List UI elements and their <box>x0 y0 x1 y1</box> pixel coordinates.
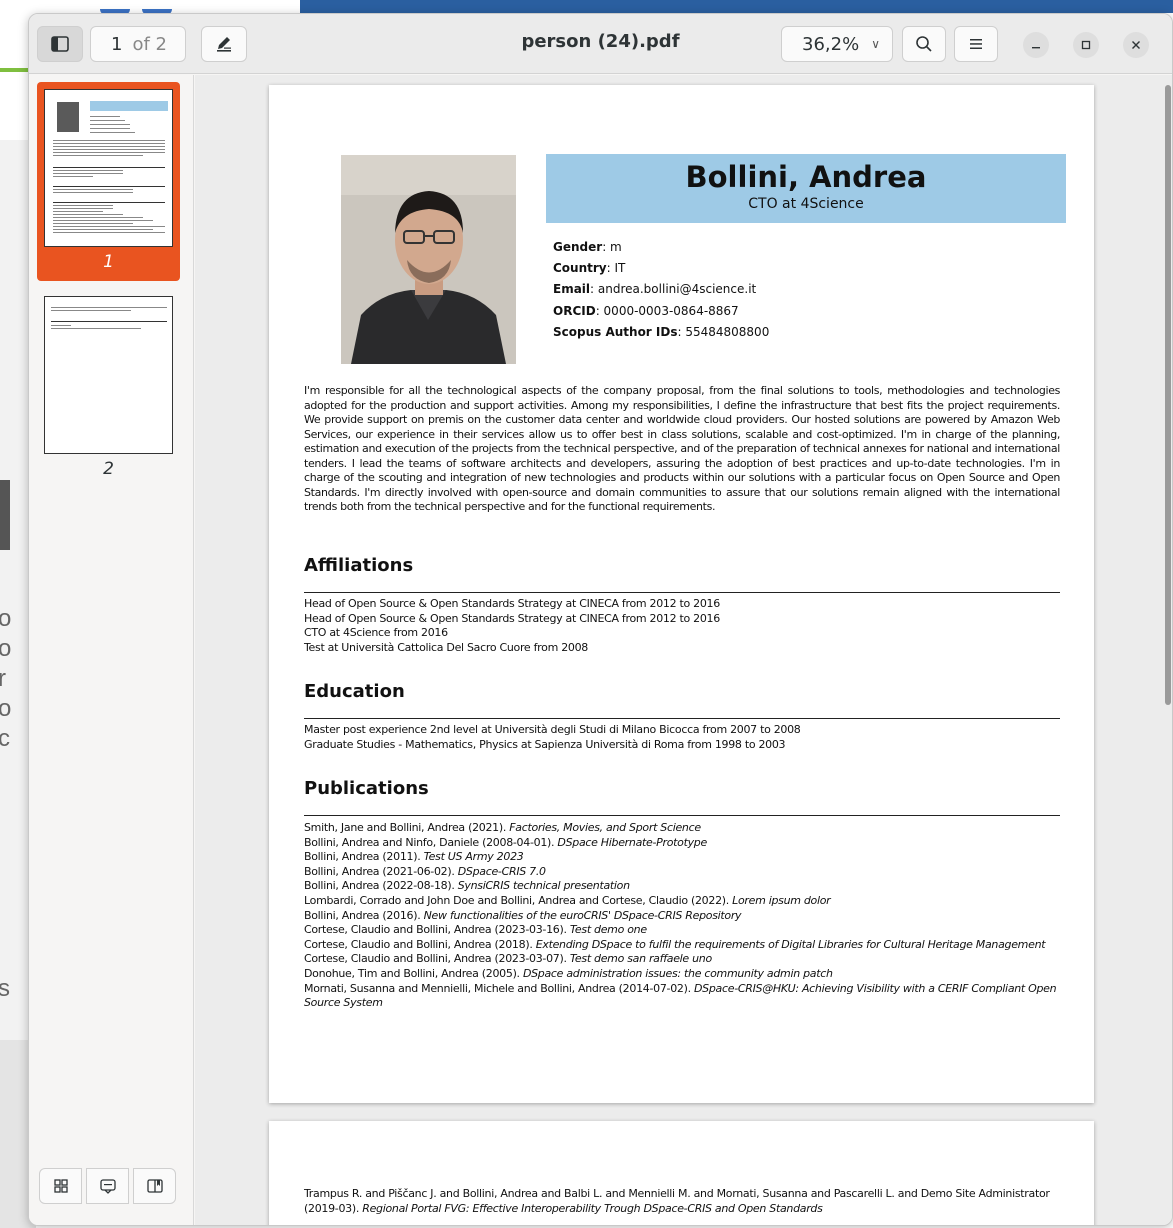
list-item: Graduate Studies - Mathematics, Physics … <box>304 737 786 751</box>
publications-heading: Publications <box>304 778 429 799</box>
desktop-left-dark <box>0 480 10 550</box>
list-item: Bollini, Andrea (2022-08-18). SynsiCRIS … <box>304 879 630 893</box>
list-item: CTO at 4Science from 2016 <box>304 626 448 640</box>
education-list: Master post experience 2nd level at Univ… <box>304 723 1060 752</box>
zoom-dropdown[interactable]: 36,2% ∨ <box>781 26 893 62</box>
document-view[interactable]: Bollini, Andrea CTO at 4Science Gender: … <box>195 75 1172 1225</box>
page-thumbnail-2[interactable]: 2 <box>37 293 180 483</box>
thumbnail-sidebar: 1 2 <box>29 75 194 1225</box>
person-name: Bollini, Andrea <box>685 160 927 194</box>
pdf-page-1: Bollini, Andrea CTO at 4Science Gender: … <box>269 85 1094 1103</box>
desktop-dots <box>100 0 220 34</box>
minimize-icon <box>1032 47 1040 49</box>
desktop-background-glyphs: ooroc <box>0 605 12 752</box>
desktop-background-glyph: s <box>0 975 10 1002</box>
annotations-icon <box>99 1179 116 1194</box>
detail-row: Country: IT <box>553 261 626 276</box>
detail-row: ORCID: 0000-0003-0864-8867 <box>553 303 739 318</box>
grid-icon <box>53 1179 68 1193</box>
detail-row: Gender: m <box>553 240 622 254</box>
bookmarks-icon <box>146 1179 163 1193</box>
list-item: Head of Open Source & Open Standards Str… <box>304 597 720 610</box>
page-thumbnail-1[interactable]: 1 <box>37 82 180 281</box>
list-item: Test at Università Cattolica Del Sacro C… <box>304 640 588 654</box>
maximize-icon <box>1081 40 1091 50</box>
header-bar: 1 of 2 person (24).pdf 36,2% ∨ <box>29 14 1172 74</box>
annotations-view-button[interactable] <box>86 1168 129 1204</box>
list-item: Master post experience 2nd level at Univ… <box>304 723 801 736</box>
section-divider <box>304 718 1060 719</box>
search-button[interactable] <box>902 26 946 62</box>
biography: I'm responsible for all the technologica… <box>304 384 1060 513</box>
zoom-level: 36,2% <box>802 33 860 55</box>
list-item: Smith, Jane and Bollini, Andrea (2021). … <box>304 821 701 834</box>
detail-row: Email: andrea.bollini@4science.it <box>553 282 757 297</box>
list-item: Cortese, Claudio and Bollini, Andrea (20… <box>304 937 1046 951</box>
document-viewer-window: 1 of 2 person (24).pdf 36,2% ∨ 1 2 Bolli… <box>28 13 1173 1226</box>
thumbnail-image <box>44 296 173 454</box>
list-item: Bollini, Andrea (2011). Test US Army 202… <box>304 850 524 864</box>
name-header: Bollini, Andrea CTO at 4Science <box>546 154 1066 223</box>
education-heading: Education <box>304 681 405 702</box>
section-divider <box>304 815 1060 816</box>
list-item: Lombardi, Corrado and John Doe and Bolli… <box>304 893 831 907</box>
hamburger-menu-icon <box>970 39 982 49</box>
pdf-page-2: Trampus R. and Piščanc J. and Bollini, A… <box>269 1121 1094 1225</box>
affiliations-list: Head of Open Source & Open Standards Str… <box>304 597 1060 655</box>
list-item: Bollini, Andrea and Ninfo, Daniele (2008… <box>304 835 707 849</box>
thumbnail-page-number: 1 <box>103 252 114 272</box>
person-details: Gender: m Country: IT Email: andrea.boll… <box>553 237 769 343</box>
list-item: Bollini, Andrea (2016). New functionalit… <box>304 908 742 922</box>
search-icon <box>916 36 932 52</box>
minimize-button[interactable] <box>1023 32 1049 58</box>
main-menu-button[interactable] <box>954 26 998 62</box>
vertical-scrollbar[interactable] <box>1165 85 1171 705</box>
detail-row: Scopus Author IDs: 55484808800 <box>553 324 770 339</box>
profile-photo <box>341 155 516 364</box>
window-title: person (24).pdf <box>521 31 680 52</box>
list-item: Cortese, Claudio and Bollini, Andrea (20… <box>304 923 647 937</box>
list-item: Head of Open Source & Open Standards Str… <box>304 611 720 625</box>
close-icon <box>1132 41 1140 49</box>
list-item: Bollini, Andrea (2021-06-02). DSpace-CRI… <box>304 864 546 878</box>
bookmarks-view-button[interactable] <box>133 1168 176 1204</box>
thumbnail-page-number: 2 <box>103 459 114 479</box>
publications-list: Smith, Jane and Bollini, Andrea (2021). … <box>304 821 1060 1011</box>
sidebar-view-switcher <box>39 1168 178 1204</box>
thumbnail-image <box>44 89 173 247</box>
affiliations-heading: Affiliations <box>304 555 414 576</box>
page-2-publication: Trampus R. and Piščanc J. and Bollini, A… <box>304 1187 1050 1215</box>
list-item: Mornati, Susanna and Mennielli, Michele … <box>304 981 1057 1010</box>
close-button[interactable] <box>1123 32 1149 58</box>
desktop-top-strip <box>300 0 1173 13</box>
section-divider <box>304 592 1060 593</box>
chevron-down-icon: ∨ <box>871 37 880 51</box>
list-item: Cortese, Claudio and Bollini, Andrea (20… <box>304 952 712 966</box>
thumbnails-view-button[interactable] <box>39 1168 82 1204</box>
maximize-button[interactable] <box>1073 32 1099 58</box>
list-item: Donohue, Tim and Bollini, Andrea (2005).… <box>304 966 833 980</box>
person-role: CTO at 4Science <box>748 196 864 212</box>
